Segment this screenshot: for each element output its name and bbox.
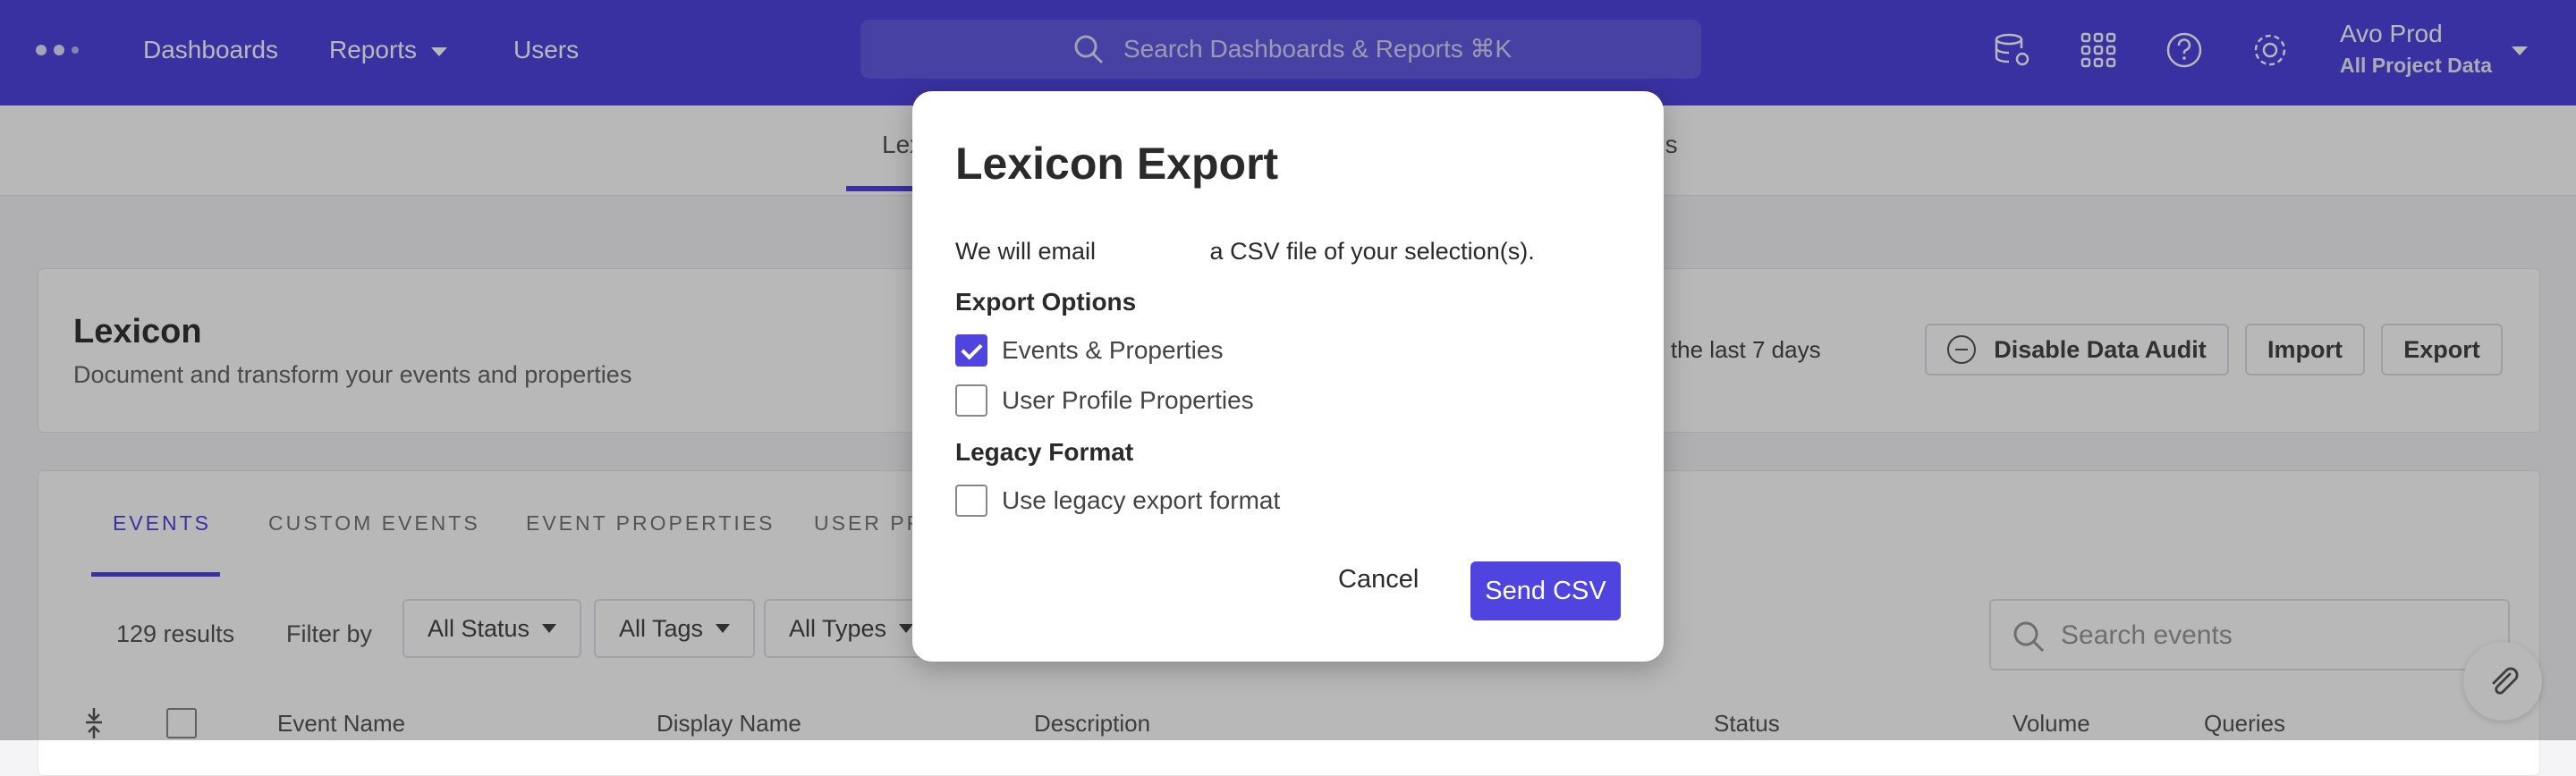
lexicon-export-dialog: Lexicon Export We will email a CSV file … [912,91,1664,662]
legacy-format-checkbox[interactable] [955,485,987,517]
dialog-title: Lexicon Export [955,139,1279,189]
user-profile-properties-label: User Profile Properties [1002,386,1254,414]
legacy-format-label: Use legacy export format [1002,486,1281,514]
option-events-properties[interactable]: Events & Properties [955,334,1223,367]
user-profile-properties-checkbox[interactable] [955,384,987,417]
option-user-profile-properties[interactable]: User Profile Properties [955,384,1254,417]
events-properties-checkbox[interactable] [955,334,987,367]
legacy-format-heading: Legacy Format [955,438,1134,466]
send-csv-button[interactable]: Send CSV [1470,561,1621,620]
events-properties-label: Events & Properties [1002,336,1224,364]
cancel-button[interactable]: Cancel [1338,565,1419,595]
export-options-heading: Export Options [955,288,1137,316]
option-legacy-format[interactable]: Use legacy export format [955,485,1280,517]
dialog-description: We will email a CSV file of your selecti… [955,238,1535,265]
